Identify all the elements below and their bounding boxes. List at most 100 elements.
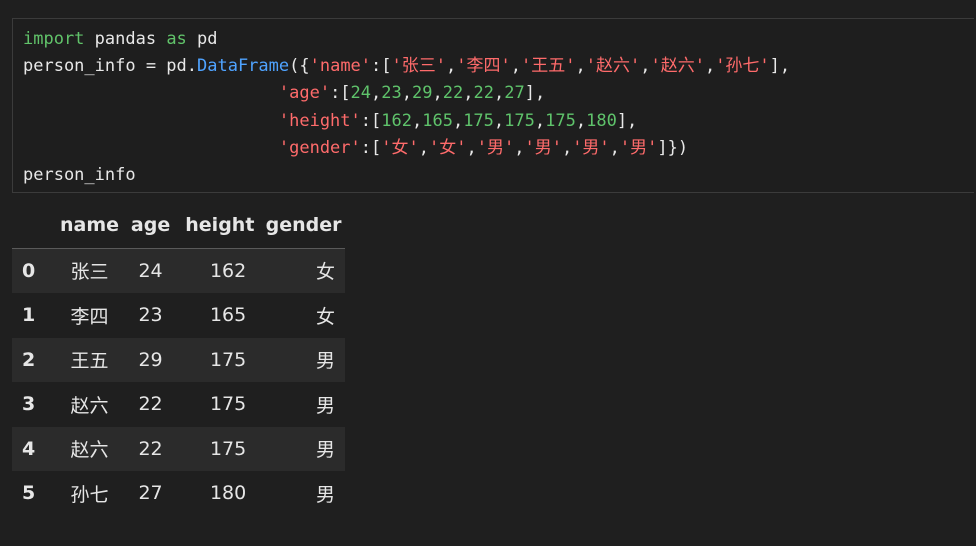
cell-name: 赵六 [70, 394, 109, 417]
code-token: , [609, 137, 620, 158]
code-token: '王五' [520, 56, 576, 77]
code-token: , [561, 137, 573, 158]
cell-height: 165 [209, 304, 247, 327]
code-token: :[ [330, 83, 351, 104]
code-token: '女' [381, 137, 419, 158]
row-index: 3 [22, 393, 36, 416]
dataframe-output-table: name age height gender 0 张三 24 162 女 1 李… [12, 203, 345, 516]
code-token: 'name' [309, 56, 372, 77]
code-token: , [452, 110, 464, 131]
code-token: , [446, 56, 457, 77]
row-index: 2 [22, 348, 36, 371]
code-token: 22 [473, 83, 494, 104]
column-header-name: name [60, 214, 120, 237]
cell-gender: 男 [315, 483, 335, 506]
code-cell[interactable]: import pandas as pd person_info = pd.Data… [12, 18, 974, 193]
code-token: 23 [381, 83, 402, 104]
code-token: , [463, 83, 474, 104]
code-token: 180 [586, 110, 617, 131]
cell-gender: 女 [315, 261, 335, 284]
table-row: 0 张三 24 162 女 [12, 248, 345, 293]
cell-gender: 女 [315, 305, 335, 328]
code-token: 'age' [278, 83, 331, 104]
code-token: 29 [412, 83, 433, 104]
code-token: , [418, 137, 429, 158]
row-index: 5 [22, 482, 36, 505]
code-token: :[ [360, 110, 382, 131]
code-token: '孙七' [715, 56, 770, 77]
code-token: 24 [350, 83, 372, 104]
table-row: 4 赵六 22 175 男 [12, 426, 345, 471]
code-token: , [575, 56, 586, 77]
table-row: 3 赵六 22 175 男 [12, 382, 345, 427]
code-token: 165 [422, 110, 453, 131]
row-index: 0 [22, 259, 36, 282]
code-token: ]}) [657, 137, 689, 158]
code-token: :[ [360, 137, 382, 158]
row-index: 1 [22, 304, 36, 327]
code-token: '张三' [391, 56, 446, 77]
code-token: pd [186, 29, 218, 49]
code-token: , [704, 56, 716, 77]
cell-name: 赵六 [70, 439, 109, 462]
code-token: '李四' [456, 56, 511, 77]
cell-name: 孙七 [70, 483, 109, 506]
code-token: pandas [84, 29, 167, 49]
code-token: , [493, 110, 505, 131]
code-line: 'gender':['女','女','男','男','男','男']}) [23, 135, 790, 162]
code-line: 'age':[24,23,29,22,22,27], [23, 80, 790, 107]
index-header [12, 203, 55, 248]
cell-height: 175 [209, 437, 247, 460]
code-token: , [493, 83, 505, 104]
code-token: DataFrame [197, 56, 290, 77]
cell-name: 张三 [70, 261, 109, 284]
code-token: 162 [381, 110, 412, 131]
code-token: as [166, 29, 187, 49]
table-row: 2 王五 29 175 男 [12, 337, 345, 382]
code-token: 175 [504, 110, 535, 131]
code-line: person_info [23, 162, 790, 189]
table-row: 1 李四 23 165 女 [12, 293, 345, 338]
code-token: , [534, 110, 546, 131]
code-token: ({ [289, 56, 310, 77]
cell-age: 29 [138, 348, 163, 371]
cell-name: 王五 [70, 350, 109, 373]
cell-height: 162 [209, 259, 247, 282]
code-token: , [514, 137, 525, 158]
code-line: import pandas as pd [23, 26, 790, 53]
column-header-gender: gender [265, 214, 342, 237]
cell-height: 180 [209, 482, 247, 505]
table-header-row: name age height gender [12, 203, 345, 248]
table-row: 5 孙七 27 180 男 [12, 471, 345, 516]
code-token: , [466, 137, 477, 158]
cell-height: 175 [209, 393, 247, 416]
cell-gender: 男 [315, 439, 335, 462]
code-token: 175 [463, 110, 494, 131]
code-token: '男' [619, 137, 658, 158]
code-token: '赵六' [585, 56, 641, 77]
cell-gender: 男 [315, 350, 335, 373]
cell-age: 27 [138, 482, 163, 505]
row-index: 4 [22, 437, 36, 460]
code-editor[interactable]: import pandas as pd person_info = pd.Data… [23, 26, 790, 189]
code-token: '男' [572, 137, 610, 158]
cell-age: 22 [138, 437, 163, 460]
cell-age: 22 [138, 393, 163, 416]
code-token: , [411, 110, 423, 131]
cell-name: 李四 [70, 305, 109, 328]
code-token: ], [616, 110, 638, 131]
cell-age: 23 [138, 304, 163, 327]
cell-height: 175 [209, 348, 247, 371]
code-token: 'height' [278, 110, 361, 131]
code-token: , [640, 56, 651, 77]
code-token: , [432, 83, 443, 104]
column-header-height: height [185, 214, 255, 237]
code-token: 27 [504, 83, 525, 104]
code-token: '男' [476, 137, 515, 158]
column-header-age: age [130, 214, 171, 237]
code-token: , [371, 83, 382, 104]
code-token: :[ [371, 56, 392, 77]
